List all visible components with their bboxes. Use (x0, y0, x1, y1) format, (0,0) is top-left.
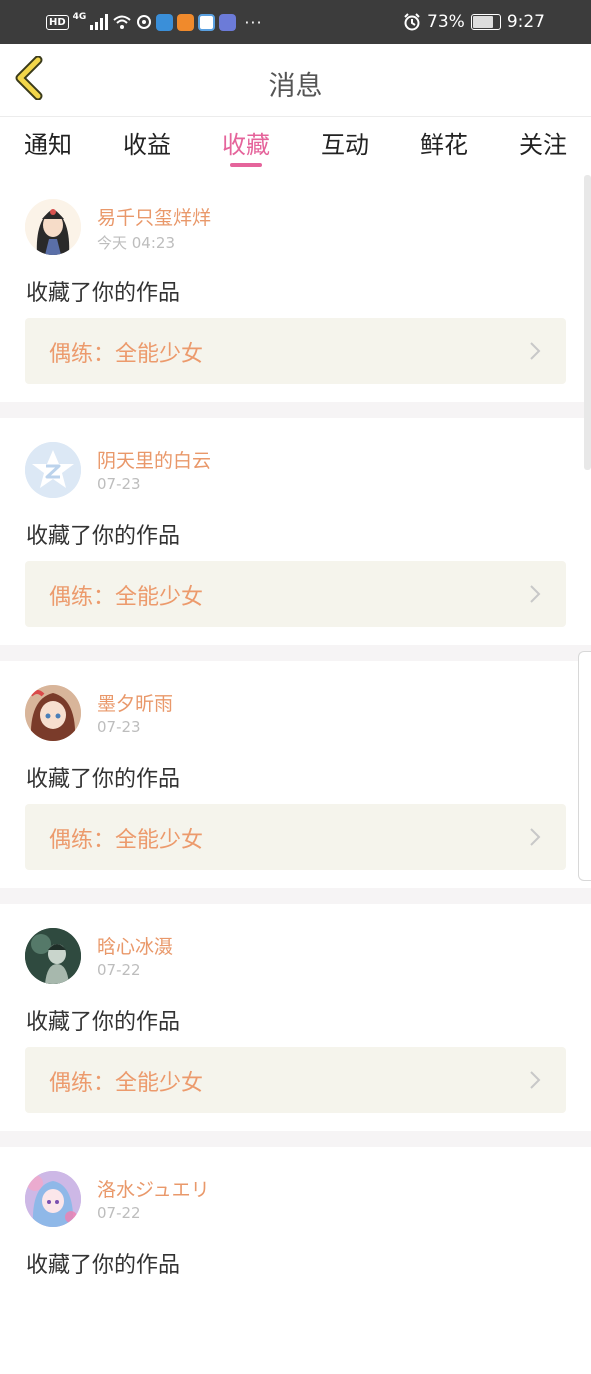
clock: 9:27 (506, 12, 545, 32)
floating-side-handle[interactable] (578, 651, 591, 881)
work-title: 偶练：全能少女 (49, 1071, 204, 1096)
work-link[interactable]: 偶练：全能少女 (25, 1047, 566, 1113)
work-title: 偶练：全能少女 (49, 585, 204, 610)
network-type: 4G (72, 12, 87, 22)
action-text: 收藏了你的作品 (26, 524, 181, 549)
work-link[interactable]: 偶练：全能少女 (25, 318, 566, 384)
active-tab-indicator (230, 163, 262, 167)
page-title: 消息 (268, 71, 323, 102)
tab-follows[interactable]: 关注 (519, 125, 567, 160)
battery-icon (470, 14, 501, 30)
divider (0, 1131, 591, 1147)
work-title: 偶练：全能少女 (49, 828, 204, 853)
action-text: 收藏了你的作品 (26, 281, 181, 306)
hd-badge: HD (46, 14, 69, 30)
divider (0, 402, 591, 418)
chevron-right-icon (530, 342, 541, 360)
timestamp: 07-23 (97, 718, 141, 736)
app-icon-white (198, 13, 216, 31)
tab-interactions[interactable]: 互动 (321, 125, 369, 160)
scrollbar[interactable] (584, 175, 591, 470)
tab-earnings[interactable]: 收益 (123, 125, 171, 160)
avatar[interactable] (25, 685, 81, 741)
timestamp: 今天 04:23 (97, 234, 175, 252)
username[interactable]: 易千只玺烊烊 (97, 203, 211, 230)
chevron-right-icon (530, 1071, 541, 1089)
more-notifications-icon: ··· (244, 12, 263, 32)
action-text: 收藏了你的作品 (26, 767, 181, 792)
app-icon-blue (156, 13, 174, 31)
work-link[interactable]: 偶练：全能少女 (25, 804, 566, 870)
tab-flowers[interactable]: 鲜花 (420, 125, 468, 160)
status-bar: HD 4G ··· 73% 9:27 (0, 0, 591, 44)
default-avatar-icon (25, 442, 81, 498)
avatar-image-icon (25, 199, 81, 255)
wifi-icon (113, 15, 131, 29)
username[interactable]: 墨夕昕雨 (97, 689, 173, 716)
avatar-image-icon (25, 1171, 81, 1227)
work-link[interactable]: 偶练：全能少女 (25, 561, 566, 627)
action-text: 收藏了你的作品 (26, 1010, 181, 1035)
signal-icon (90, 14, 109, 30)
avatar-image-icon (25, 685, 81, 741)
timestamp: 07-22 (97, 961, 141, 979)
avatar[interactable] (25, 928, 81, 984)
app-header: 消息 (0, 44, 591, 117)
username[interactable]: 洛水ジュエリ (97, 1175, 210, 1202)
tab-favorites[interactable]: 收藏 (222, 125, 270, 160)
divider (0, 645, 591, 661)
chevron-right-icon (530, 828, 541, 846)
divider (0, 888, 591, 904)
message-item: 洛水ジュエリ 07-22 收藏了你的作品 (0, 1147, 591, 1374)
sync-icon (137, 15, 152, 29)
avatar[interactable] (25, 199, 81, 255)
username[interactable]: 阴天里的白云 (97, 446, 211, 473)
avatar[interactable] (25, 442, 81, 498)
message-item: 阴天里的白云 07-23 收藏了你的作品 偶练：全能少女 (0, 418, 591, 645)
alarm-icon (404, 13, 420, 31)
app-icon-orange (177, 13, 195, 31)
status-left: HD 4G ··· (46, 10, 263, 34)
timestamp: 07-23 (97, 475, 141, 493)
message-item: 易千只玺烊烊 今天 04:23 收藏了你的作品 偶练：全能少女 (0, 175, 591, 402)
work-title: 偶练：全能少女 (49, 342, 204, 367)
message-item: 墨夕昕雨 07-23 收藏了你的作品 偶练：全能少女 (0, 661, 591, 888)
app-icon-purple (219, 13, 237, 31)
avatar[interactable] (25, 1171, 81, 1227)
timestamp: 07-22 (97, 1204, 141, 1222)
category-tabs: 通知 收益 收藏 互动 鲜花 关注 (0, 117, 591, 175)
battery-percent: 73% (427, 12, 465, 32)
username[interactable]: 晗心冰滠 (97, 932, 173, 959)
avatar-image-icon (25, 928, 81, 984)
message-item: 晗心冰滠 07-22 收藏了你的作品 偶练：全能少女 (0, 904, 591, 1131)
status-right: 73% 9:27 (403, 10, 545, 34)
action-text: 收藏了你的作品 (26, 1253, 181, 1278)
chevron-right-icon (530, 585, 541, 603)
tab-notifications[interactable]: 通知 (24, 125, 72, 160)
